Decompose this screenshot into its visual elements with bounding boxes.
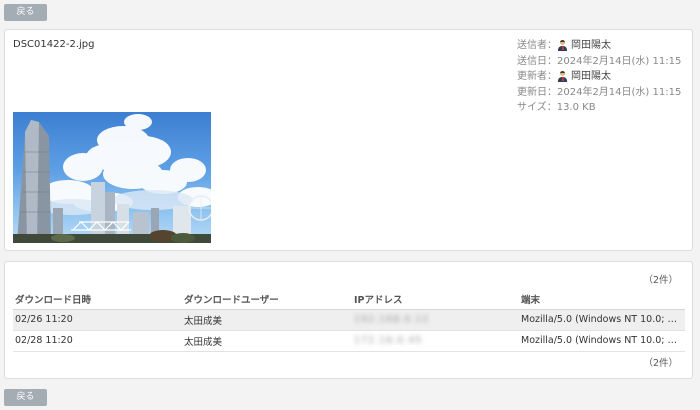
- meta-label: 送信日：: [517, 55, 557, 67]
- updater-name[interactable]: 岡田陽太: [571, 69, 611, 85]
- file-name: DSC01422-2.jpg: [13, 39, 95, 50]
- column-header-user: ダウンロードユーザー: [182, 289, 352, 310]
- cell-device: Mozilla/5.0 (Windows NT 10.0; Win64; x64…: [519, 309, 685, 331]
- table-row: 02/28 11:20 太田成美 172.16.0.45 Mozilla/5.0…: [13, 330, 685, 352]
- sender-name[interactable]: 岡田陽太: [571, 38, 611, 54]
- table-row: 02/26 11:20 太田成美 192.168.0.12 Mozilla/5.…: [13, 309, 685, 331]
- cell-device: Mozilla/5.0 (Windows NT 10.0; Win64; x64…: [519, 330, 685, 352]
- download-count-top: （2件）: [643, 275, 678, 286]
- cell-ip: 172.16.0.45: [352, 330, 519, 352]
- meta-label: 更新日：: [517, 86, 557, 98]
- file-size: 13.0 KB: [556, 102, 596, 113]
- user-avatar-icon: [557, 71, 568, 83]
- cell-ip: 192.168.0.12: [352, 309, 519, 331]
- meta-sent-date: 送信日： 2024年2月14日(水) 11:15: [517, 54, 693, 70]
- meta-label: サイズ：: [517, 102, 557, 113]
- download-history-table: ダウンロード日時 ダウンロードユーザー IPアドレス 端末 02/26 11:2…: [13, 289, 685, 352]
- meta-updater: 更新者： 岡田陽太: [517, 69, 693, 85]
- table-header-row: ダウンロード日時 ダウンロードユーザー IPアドレス 端末: [13, 289, 685, 310]
- column-header-datetime: ダウンロード日時: [13, 289, 182, 310]
- meta-label: 送信者：: [517, 40, 557, 51]
- file-meta: 送信者： 岡田陽太 送信日： 2024年2月14日(水) 11:15 更新者： …: [517, 38, 693, 116]
- back-button-top[interactable]: 戻る: [4, 4, 47, 21]
- back-button-bottom[interactable]: 戻る: [4, 389, 47, 406]
- cell-user[interactable]: 太田成美: [182, 330, 352, 352]
- user-avatar-icon: [557, 40, 568, 52]
- sent-date: 2024年2月14日(水) 11:15: [557, 55, 682, 67]
- column-header-ip: IPアドレス: [352, 289, 519, 310]
- cell-datetime: 02/28 11:20: [13, 330, 182, 352]
- meta-updated-date: 更新日： 2024年2月14日(水) 11:15: [517, 85, 693, 101]
- column-header-device: 端末: [519, 289, 685, 310]
- city-skyline-photo: [13, 114, 211, 243]
- ip-address-blurred: 192.168.0.12: [354, 314, 430, 325]
- cell-user[interactable]: 太田成美: [182, 309, 352, 331]
- meta-label: 更新者：: [517, 71, 557, 82]
- cell-datetime: 02/26 11:20: [13, 309, 182, 331]
- download-count-bottom: （2件）: [643, 358, 678, 369]
- updated-date: 2024年2月14日(水) 11:15: [557, 86, 682, 98]
- meta-size: サイズ： 13.0 KB: [517, 100, 693, 116]
- file-info-panel: DSC01422-2.jpg 送信者： 岡田陽太 送信日： 2024年2月14日…: [4, 29, 693, 251]
- meta-sender: 送信者： 岡田陽太: [517, 38, 693, 54]
- ip-address-blurred: 172.16.0.45: [354, 335, 423, 346]
- image-preview[interactable]: [13, 112, 211, 243]
- download-history-panel: （2件） ダウンロード日時 ダウンロードユーザー IPアドレス 端末 02/26…: [4, 261, 693, 379]
